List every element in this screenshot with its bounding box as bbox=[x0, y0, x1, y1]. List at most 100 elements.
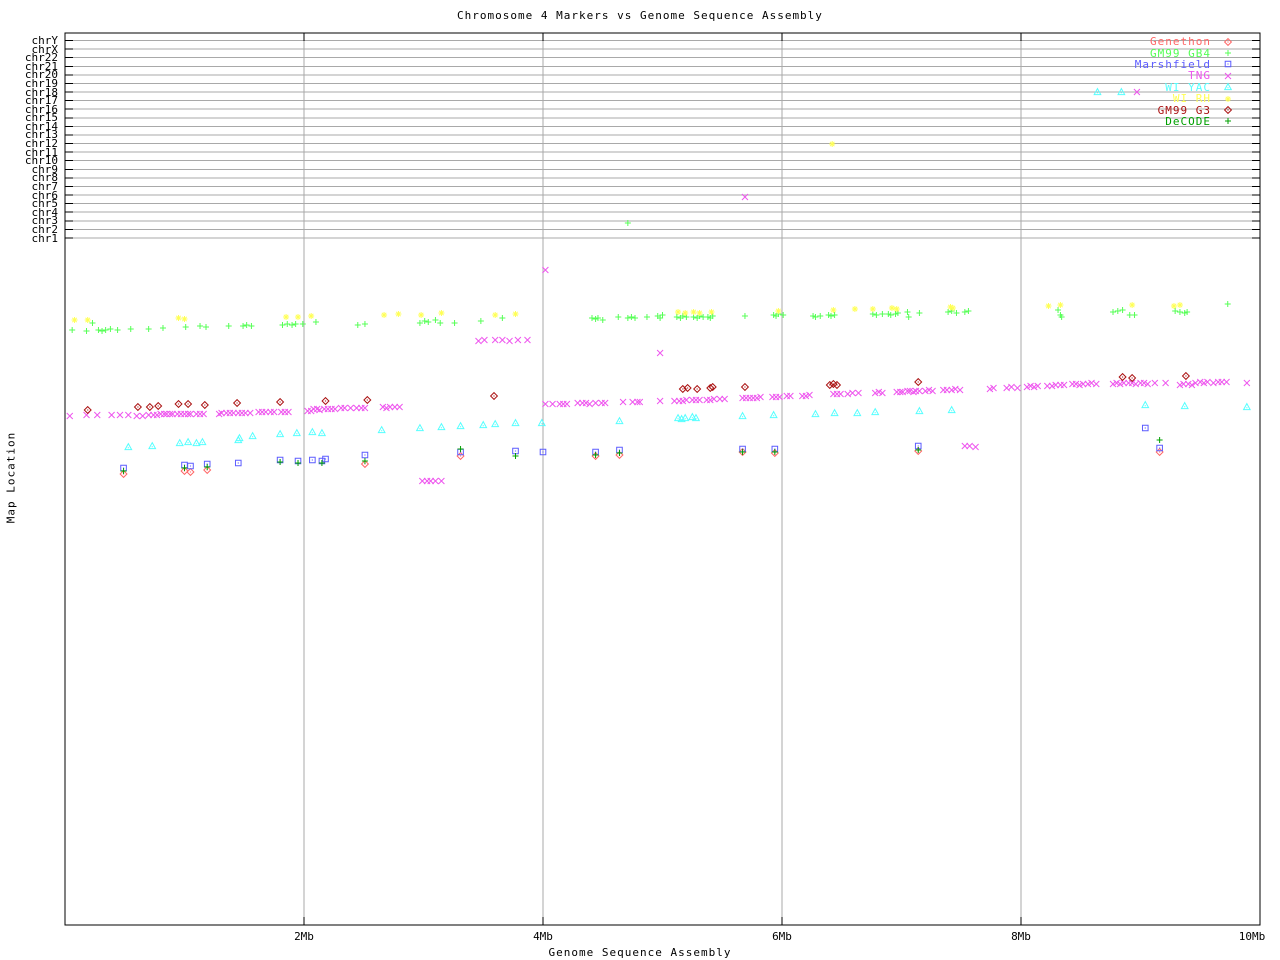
data-point bbox=[175, 315, 182, 321]
data-point bbox=[133, 402, 143, 412]
data-point bbox=[246, 409, 254, 417]
data-point bbox=[1118, 372, 1127, 382]
data-point bbox=[740, 382, 750, 392]
data-point bbox=[1176, 302, 1183, 308]
plus-marker-icon bbox=[1211, 48, 1245, 59]
legend-label: Genethon bbox=[1150, 35, 1211, 49]
data-point bbox=[116, 411, 124, 419]
data-point bbox=[283, 314, 290, 320]
x-axis-tick-label: 2Mb bbox=[294, 930, 314, 943]
legend-label: DeCODE bbox=[1165, 114, 1211, 128]
data-point bbox=[851, 306, 858, 312]
data-point bbox=[830, 408, 839, 417]
diamond-marker-icon bbox=[1211, 105, 1245, 116]
data-point bbox=[159, 325, 166, 331]
legend: Genethon GM99 GB4 Marshfield TNG WI YAC WI RH… bbox=[1075, 36, 1245, 127]
data-point bbox=[693, 384, 702, 394]
data-point bbox=[437, 320, 444, 326]
data-point bbox=[1172, 308, 1179, 314]
data-point bbox=[354, 322, 361, 328]
data-point bbox=[904, 309, 911, 315]
legend-label: GM99 GB4 bbox=[1150, 46, 1211, 60]
data-point bbox=[506, 337, 513, 345]
data-point bbox=[1223, 378, 1230, 386]
data-point bbox=[780, 312, 787, 318]
data-point bbox=[322, 455, 329, 463]
data-point bbox=[66, 412, 74, 420]
data-point bbox=[721, 395, 728, 403]
data-point bbox=[769, 410, 778, 419]
data-point bbox=[491, 336, 499, 344]
x-axis-title: Genome Sequence Assembly bbox=[548, 946, 732, 959]
data-point bbox=[95, 327, 102, 333]
data-point bbox=[284, 321, 291, 327]
data-point bbox=[438, 477, 445, 485]
data-point bbox=[741, 313, 748, 319]
data-point bbox=[347, 404, 354, 412]
data-point bbox=[295, 314, 302, 320]
series-tng bbox=[66, 88, 1251, 485]
data-point bbox=[415, 423, 425, 432]
data-point bbox=[673, 314, 680, 320]
data-point bbox=[225, 323, 232, 329]
legend-label: GM99 G3 bbox=[1157, 103, 1211, 117]
legend-item: Genethon bbox=[1075, 36, 1245, 47]
x-axis-tick-label: 8Mb bbox=[1011, 930, 1031, 943]
series-wi-yac bbox=[124, 87, 1252, 451]
data-point bbox=[198, 437, 207, 446]
data-point bbox=[1114, 308, 1121, 314]
data-point bbox=[615, 314, 622, 320]
data-point bbox=[829, 379, 838, 389]
data-point bbox=[511, 418, 520, 427]
data-point bbox=[93, 411, 101, 419]
data-point bbox=[643, 314, 650, 320]
data-point bbox=[182, 324, 189, 330]
data-point bbox=[83, 328, 90, 334]
legend-item: WI RH bbox=[1075, 93, 1245, 104]
data-point bbox=[381, 312, 388, 318]
series-genethon bbox=[119, 446, 1164, 479]
series-gm99-gb4 bbox=[69, 220, 1231, 334]
series-marshfield bbox=[120, 424, 1163, 472]
data-point bbox=[563, 400, 571, 408]
data-point bbox=[512, 311, 519, 317]
diamond-marker-icon bbox=[1211, 36, 1245, 47]
series-decode bbox=[120, 437, 1163, 474]
square-marker-icon bbox=[1211, 59, 1245, 70]
data-point bbox=[708, 309, 715, 315]
data-point bbox=[739, 449, 746, 455]
legend-item: TNG bbox=[1075, 70, 1245, 81]
data-point bbox=[1008, 383, 1015, 391]
data-point bbox=[361, 451, 369, 459]
data-point bbox=[363, 395, 372, 405]
data-point bbox=[832, 380, 842, 390]
data-point bbox=[361, 404, 369, 412]
data-point bbox=[71, 317, 78, 323]
data-point bbox=[775, 308, 782, 314]
data-point bbox=[318, 460, 325, 466]
plus-marker-icon bbox=[1211, 116, 1245, 127]
data-point bbox=[133, 412, 141, 420]
data-point bbox=[811, 409, 820, 418]
data-point bbox=[1170, 303, 1177, 309]
data-point bbox=[1242, 402, 1252, 411]
data-point bbox=[99, 328, 106, 334]
data-point bbox=[624, 315, 631, 321]
data-point bbox=[849, 389, 856, 397]
data-point bbox=[1180, 401, 1189, 410]
data-point bbox=[675, 309, 682, 315]
data-point bbox=[240, 323, 247, 329]
legend-item: DeCODE bbox=[1075, 116, 1245, 127]
data-point bbox=[656, 349, 664, 357]
data-point bbox=[203, 324, 210, 330]
x-axis-tick-label: 10Mb bbox=[1238, 930, 1266, 943]
data-point bbox=[825, 380, 834, 390]
data-point bbox=[966, 442, 973, 450]
data-point bbox=[395, 311, 402, 317]
data-point bbox=[275, 429, 285, 438]
data-point bbox=[183, 399, 193, 409]
data-point bbox=[916, 387, 923, 395]
data-point bbox=[248, 431, 257, 440]
data-point bbox=[145, 402, 154, 412]
data-point bbox=[499, 336, 506, 344]
